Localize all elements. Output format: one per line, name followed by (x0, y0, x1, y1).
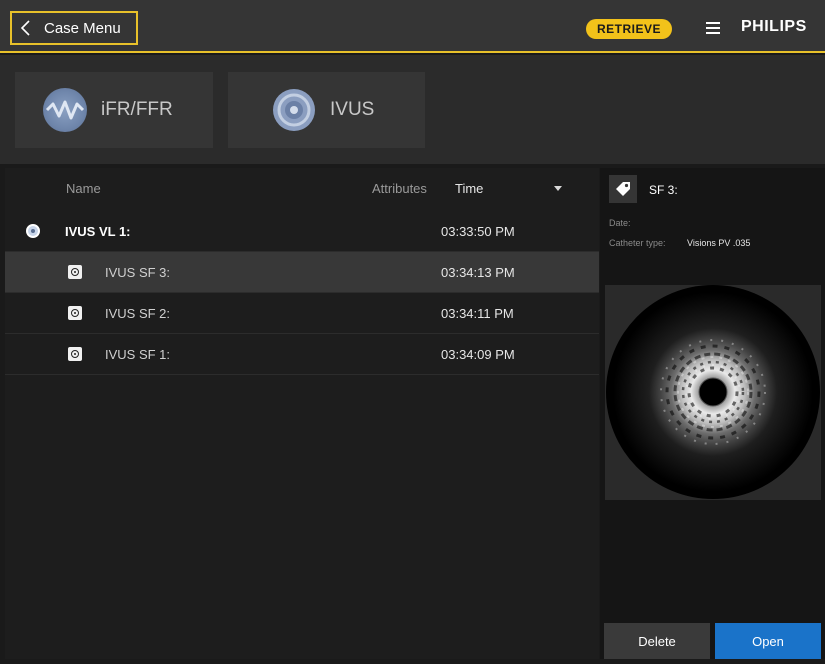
single-frame-icon (68, 265, 82, 279)
case-menu-back-button[interactable]: Case Menu (10, 11, 138, 45)
mode-label-ivus: IVUS (330, 99, 375, 120)
sort-descending-icon[interactable] (554, 186, 562, 191)
hamburger-menu-icon[interactable] (706, 22, 720, 34)
detail-panel: SF 3: Date: Catheter type: Visions PV .0… (600, 168, 825, 659)
mode-selector: iFR/FFR IVUS (0, 55, 825, 164)
list-item-name: IVUS SF 3: (105, 265, 171, 280)
ivus-disc-icon (272, 88, 316, 132)
delete-button[interactable]: Delete (604, 623, 710, 659)
top-bar: Case Menu RETRIEVE PHILIPS (0, 0, 825, 53)
chevron-left-icon (18, 18, 36, 38)
detail-title: SF 3: (649, 183, 678, 197)
single-frame-icon (68, 347, 82, 361)
date-label: Date: (609, 218, 631, 228)
case-menu-label: Case Menu (44, 19, 121, 37)
list-item-time: 03:34:11 PM (441, 306, 514, 321)
catheter-type-value: Visions PV .035 (687, 238, 751, 248)
column-header-name[interactable]: Name (66, 181, 101, 196)
list-item-name: IVUS SF 2: (105, 306, 171, 321)
list-item[interactable]: IVUS SF 2: 03:34:11 PM (5, 293, 599, 334)
mode-label-ifr-ffr: iFR/FFR (101, 99, 173, 120)
brand-logo: PHILIPS (741, 18, 807, 35)
ivus-loop-icon (26, 224, 40, 238)
ivus-image-preview[interactable] (605, 285, 821, 500)
list-item-time: 03:34:09 PM (441, 347, 515, 362)
list-item[interactable]: IVUS SF 1: 03:34:09 PM (5, 334, 599, 375)
list-item[interactable]: IVUS VL 1: 03:33:50 PM (5, 211, 599, 252)
list-item-selected[interactable]: IVUS SF 3: 03:34:13 PM (5, 252, 599, 293)
catheter-type-label: Catheter type: (609, 238, 666, 248)
list-item-name: IVUS SF 1: (105, 347, 171, 362)
mode-tile-ifr-ffr[interactable]: iFR/FFR (15, 72, 213, 148)
list-item-time: 03:33:50 PM (441, 224, 515, 239)
app-window: Case Menu RETRIEVE PHILIPS iFR/FFR IVUS … (0, 0, 825, 664)
mode-tile-ivus[interactable]: IVUS (228, 72, 425, 148)
tag-icon[interactable] (609, 175, 637, 203)
list-item-name: IVUS VL 1: (65, 224, 131, 239)
open-button[interactable]: Open (715, 623, 821, 659)
list-header: Name Attributes Time (5, 168, 599, 208)
list-item-time: 03:34:13 PM (441, 265, 515, 280)
pressure-wave-icon (43, 88, 87, 132)
column-header-time[interactable]: Time (455, 181, 483, 196)
single-frame-icon (68, 306, 82, 320)
column-header-attributes[interactable]: Attributes (372, 181, 427, 196)
recordings-list: Name Attributes Time IVUS VL 1: 03:33:50… (5, 168, 599, 659)
retrieve-button[interactable]: RETRIEVE (586, 19, 672, 39)
